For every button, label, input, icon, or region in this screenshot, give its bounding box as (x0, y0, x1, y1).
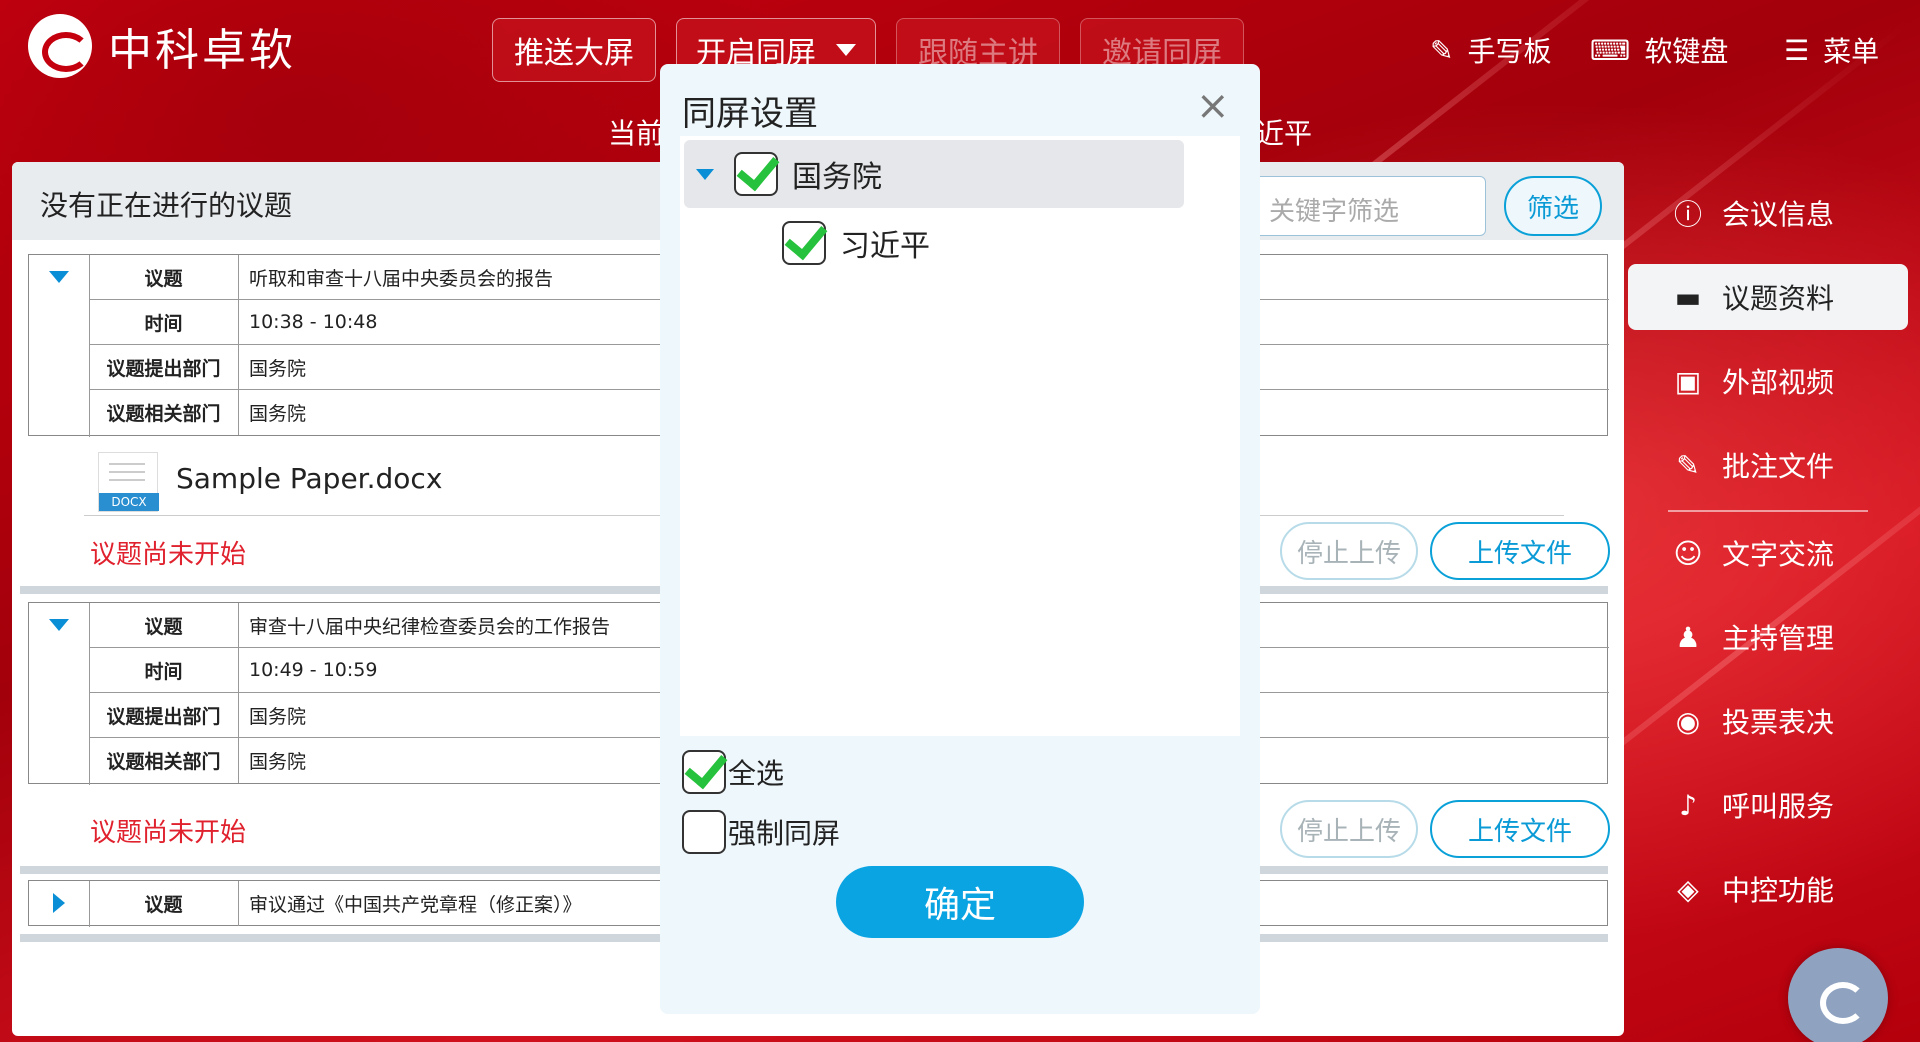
sidebar-item-host-management[interactable]: ♟ 主持管理 (1628, 604, 1908, 670)
tree-node-group[interactable]: 国务院 (684, 140, 1184, 208)
force-sync-option[interactable]: 强制同屏 (682, 810, 840, 854)
row-label: 时间 (89, 300, 239, 344)
tree-node-label: 国务院 (792, 160, 882, 195)
menu-icon: ☰ (1784, 33, 1810, 67)
agenda-status: 议题尚未开始 (90, 540, 247, 570)
keyword-filter-input[interactable]: 关键字筛选 (1246, 176, 1486, 236)
sidebar-item-label: 批注文件 (1722, 450, 1835, 483)
tree-node-member[interactable]: 习近平 (782, 218, 930, 268)
folder-icon: ▬ (1674, 280, 1702, 314)
sidebar-item-label: 中控功能 (1722, 874, 1835, 907)
row-label: 议题 (89, 603, 239, 647)
expand-toggle-icon[interactable] (53, 893, 65, 913)
file-type-badge: DOCX (99, 493, 159, 511)
file-name[interactable]: Sample Paper.docx (176, 462, 442, 495)
sidebar-item-label: 主持管理 (1722, 622, 1835, 655)
sidebar-item-meeting-info[interactable]: ⓘ 会议信息 (1628, 180, 1908, 246)
current-speaker-prefix: 当前 (608, 117, 665, 150)
app-logo: 中科卓软 (28, 14, 296, 78)
handwriting-pad-label: 手写板 (1467, 35, 1552, 68)
docx-file-icon: DOCX (98, 452, 159, 512)
row-label: 议题相关部门 (89, 390, 239, 435)
row-label: 议题提出部门 (89, 345, 239, 389)
menu-button[interactable]: ☰ 菜单 (1784, 30, 1879, 70)
info-icon: ⓘ (1673, 198, 1702, 231)
group-checkbox[interactable] (734, 152, 778, 196)
row-label: 议题 (89, 255, 239, 299)
vote-icon: ◉ (1675, 704, 1701, 738)
menu-label: 菜单 (1823, 35, 1880, 68)
sidebar-item-voting[interactable]: ◉ 投票表决 (1628, 688, 1908, 754)
sidebar-item-central-control[interactable]: ◈ 中控功能 (1628, 856, 1908, 922)
row-value: 审议通过《中国共产党章程（修正案）》 (249, 894, 582, 916)
sidebar-item-call-service[interactable]: ♪ 呼叫服务 (1628, 772, 1908, 838)
filter-button[interactable]: 筛选 (1504, 176, 1602, 236)
chevron-down-icon[interactable] (696, 168, 714, 180)
soft-keyboard-button[interactable]: ⌨ 软键盘 (1590, 30, 1728, 70)
sidebar-item-annotate-files[interactable]: ✎ 批注文件 (1628, 432, 1908, 498)
row-value: 国务院 (249, 751, 307, 773)
current-speaker-suffix: 近平 (1256, 117, 1313, 150)
panel-title: 没有正在进行的议题 (40, 189, 293, 222)
sidebar-item-label: 议题资料 (1722, 282, 1835, 315)
sidebar-item-external-video[interactable]: ▣ 外部视频 (1628, 348, 1908, 414)
sidebar-item-agenda-materials[interactable]: ▬ 议题资料 (1628, 264, 1908, 330)
row-label: 议题 (89, 881, 239, 926)
select-all-option[interactable]: 全选 (682, 750, 784, 794)
sidebar-item-text-chat[interactable]: ☺ 文字交流 (1628, 520, 1908, 586)
member-checkbox[interactable] (782, 221, 826, 265)
push-to-screen-label: 推送大屏 (514, 36, 634, 71)
row-value: 审查十八届中央纪律检查委员会的工作报告 (249, 615, 611, 638)
edit-icon: ✎ (1430, 33, 1454, 67)
row-label: 时间 (89, 648, 239, 692)
row-value: 国务院 (249, 403, 307, 425)
sidebar-divider (1668, 510, 1868, 512)
sidebar-item-label: 投票表决 (1722, 706, 1835, 739)
row-value: 10:49 - 10:59 (249, 659, 378, 681)
upload-file-button[interactable]: 上传文件 (1430, 800, 1610, 858)
soft-keyboard-label: 软键盘 (1644, 35, 1729, 68)
select-all-checkbox[interactable] (682, 750, 726, 794)
tree-node-label: 习近平 (840, 229, 930, 264)
collapse-toggle-icon[interactable] (49, 619, 69, 631)
row-value: 国务院 (249, 357, 307, 380)
stop-upload-button[interactable]: 停止上传 (1280, 522, 1418, 580)
annotate-icon: ✎ (1676, 448, 1700, 482)
logo-icon (28, 14, 92, 78)
row-value: 国务院 (249, 705, 307, 728)
row-label: 议题提出部门 (89, 693, 239, 737)
force-sync-label: 强制同屏 (728, 817, 841, 850)
bell-icon: ♪ (1679, 788, 1697, 822)
upload-file-button[interactable]: 上传文件 (1430, 522, 1610, 580)
sidebar-item-label: 会议信息 (1722, 198, 1835, 231)
close-icon[interactable]: × (1196, 86, 1230, 126)
user-icon: ♟ (1675, 620, 1701, 654)
sync-settings-dialog: 同屏设置 × 国务院 习近平 全选 强制同屏 确定 (660, 64, 1260, 1014)
tag-icon: ◈ (1677, 872, 1699, 906)
sidebar-item-label: 文字交流 (1722, 538, 1835, 571)
video-icon: ▣ (1674, 364, 1702, 398)
force-sync-checkbox[interactable] (682, 810, 726, 854)
keyboard-icon: ⌨ (1590, 33, 1631, 67)
select-all-label: 全选 (728, 757, 785, 790)
confirm-button[interactable]: 确定 (836, 866, 1084, 938)
app-name: 中科卓软 (108, 25, 296, 76)
chevron-down-icon (836, 44, 856, 56)
push-to-screen-button[interactable]: 推送大屏 (492, 18, 656, 82)
chat-icon: ☺ (1673, 536, 1703, 570)
handwriting-pad-button[interactable]: ✎ 手写板 (1430, 30, 1551, 70)
row-label: 议题相关部门 (89, 738, 239, 783)
sidebar-item-label: 呼叫服务 (1722, 790, 1835, 823)
stop-upload-button[interactable]: 停止上传 (1280, 800, 1418, 858)
sidebar-item-label: 外部视频 (1722, 366, 1835, 399)
floating-logo-button[interactable] (1788, 948, 1888, 1042)
dialog-title: 同屏设置 (682, 94, 818, 134)
agenda-status: 议题尚未开始 (90, 818, 247, 848)
participant-tree: 国务院 习近平 (680, 136, 1240, 736)
collapse-toggle-icon[interactable] (49, 271, 69, 283)
row-value: 听取和审查十八届中央委员会的报告 (249, 267, 554, 290)
row-value: 10:38 - 10:48 (249, 311, 378, 333)
